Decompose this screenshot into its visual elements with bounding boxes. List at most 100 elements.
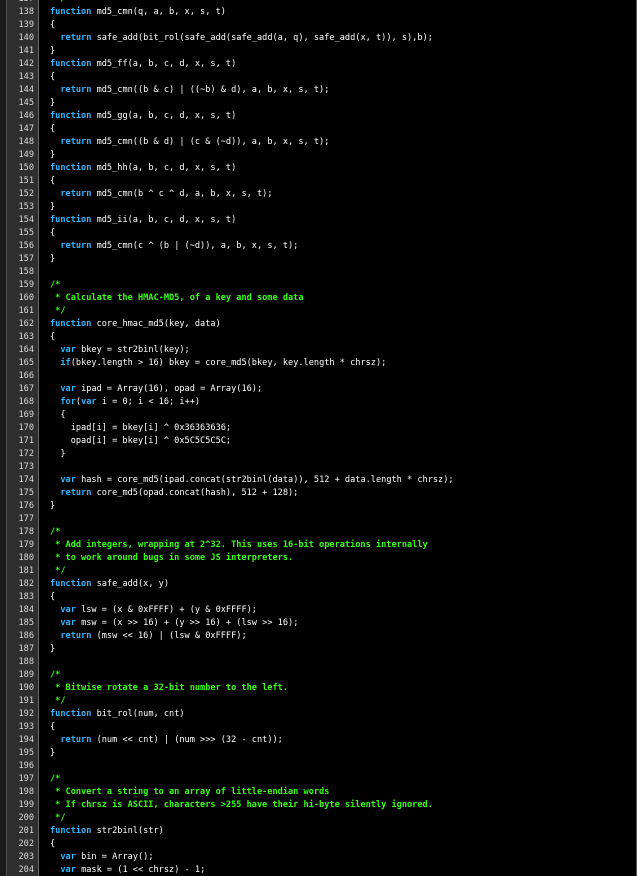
code-line[interactable]: 177 [0, 513, 637, 526]
code-line[interactable]: 197 /* [0, 773, 637, 786]
code-line[interactable]: 190 * Bitwise rotate a 32-bit number to … [0, 682, 637, 695]
keyword-token: if [60, 358, 71, 368]
line-number: 146 [18, 111, 34, 121]
code-line[interactable]: 181 */ [0, 565, 637, 578]
code-lines[interactable]: 137 */138function md5_cmn(q, a, b, x, s,… [0, 0, 637, 876]
code-text: function md5_ff(a, b, c, d, x, s, t) [50, 58, 236, 71]
code-line[interactable]: 178 /* [0, 526, 637, 539]
code-line[interactable]: 166 [0, 370, 637, 383]
code-line[interactable]: 149} [0, 149, 637, 162]
code-line[interactable]: 139 { [0, 19, 637, 32]
line-number: 139 [18, 20, 34, 30]
code-line[interactable]: 179 * Add integers, wrapping at 2^32. Th… [0, 539, 637, 552]
code-text: { [50, 409, 65, 422]
code-line[interactable]: 162 function core_hmac_md5(key, data) [0, 318, 637, 331]
code-line[interactable]: 169 { [0, 409, 637, 422]
code-line[interactable]: 138 function md5_cmn(q, a, b, x, s, t) [0, 6, 637, 19]
code-line[interactable]: 142 function md5_ff(a, b, c, d, x, s, t) [0, 58, 637, 71]
code-line[interactable]: 195} [0, 747, 637, 760]
code-line[interactable]: 148 return md5_cmn((b & d) | (c & (~d)),… [0, 136, 637, 149]
code-line[interactable]: 180 * to work around bugs in some JS int… [0, 552, 637, 565]
code-token: safe_add(bit_rol(safe_add(safe_add(a, q)… [91, 33, 433, 43]
code-line[interactable]: 204 var mask = (1 << chrsz) - 1; [0, 864, 637, 876]
code-line[interactable]: 146 function md5_gg(a, b, c, d, x, s, t) [0, 110, 637, 123]
code-line[interactable]: 173 [0, 461, 637, 474]
comment-token: */ [50, 566, 66, 576]
code-line[interactable]: 143 { [0, 71, 637, 84]
line-number: 196 [18, 761, 34, 771]
code-line[interactable]: 154 function md5_ii(a, b, c, d, x, s, t) [0, 214, 637, 227]
code-text: /* [50, 526, 60, 539]
code-line[interactable]: 198 * Convert a string to an array of li… [0, 786, 637, 799]
code-line[interactable]: 192 function bit_rol(num, cnt) [0, 708, 637, 721]
code-line[interactable]: 151 { [0, 175, 637, 188]
code-line[interactable]: 153} [0, 201, 637, 214]
code-line[interactable]: 164 var bkey = str2binl(key); [0, 344, 637, 357]
code-line[interactable]: 157} [0, 253, 637, 266]
line-number: 158 [18, 267, 34, 277]
code-token: mask = (1 << chrsz) - 1; [75, 865, 206, 875]
code-line[interactable]: 156 return md5_cmn(c ^ (b | (~d)), a, b,… [0, 240, 637, 253]
code-text: */ [50, 305, 65, 318]
code-token: lsw = (x & 0xFFFF) + (y & 0xFFFF); [75, 605, 257, 615]
code-line[interactable]: 200 */ [0, 812, 637, 825]
code-line[interactable]: 170 ipad[i] = bkey[i] ^ 0x36363636; [0, 422, 637, 435]
code-line[interactable]: 165 if(bkey.length > 16) bkey = core_md5… [0, 357, 637, 370]
line-number: 142 [18, 59, 34, 69]
comment-token: * Convert a string to an array of little… [50, 787, 330, 797]
line-number: 202 [18, 839, 34, 849]
code-token: { [50, 592, 56, 602]
code-line[interactable]: 150 function md5_hh(a, b, c, d, x, s, t) [0, 162, 637, 175]
code-line[interactable]: 186 return (msw << 16) | (lsw & 0xFFFF); [0, 630, 637, 643]
code-token: (bkey.length > 16) bkey = core_md5(bkey,… [70, 358, 387, 368]
code-line[interactable]: 147 { [0, 123, 637, 136]
code-line[interactable]: 172 } [0, 448, 637, 461]
code-line[interactable]: 171 opad[i] = bkey[i] ^ 0x5C5C5C5C; [0, 435, 637, 448]
code-line[interactable]: 176} [0, 500, 637, 513]
keyword-token: var [60, 475, 76, 485]
code-line[interactable]: 174 var hash = core_md5(ipad.concat(str2… [0, 474, 637, 487]
code-line[interactable]: 141} [0, 45, 637, 58]
keyword-token: return [60, 631, 92, 641]
code-line[interactable]: 187} [0, 643, 637, 656]
code-line[interactable]: 160 * Calculate the HMAC-MD5, of a key a… [0, 292, 637, 305]
code-text: } [50, 149, 55, 162]
code-line[interactable]: 168 for(var i = 0; i < 16; i++) [0, 396, 637, 409]
code-line[interactable]: 203 var bin = Array(); [0, 851, 637, 864]
code-text: return (msw << 16) | (lsw & 0xFFFF); [50, 630, 246, 643]
code-line[interactable]: 144 return md5_cmn((b & c) | ((~b) & d),… [0, 84, 637, 97]
code-line[interactable]: 167 var ipad = Array(16), opad = Array(1… [0, 383, 637, 396]
code-line[interactable]: 201 function str2binl(str) [0, 825, 637, 838]
keyword-token: var [60, 618, 76, 628]
line-number: 190 [18, 683, 34, 693]
code-line[interactable]: 175 return core_md5(opad.concat(hash), 5… [0, 487, 637, 500]
code-line[interactable]: 191 */ [0, 695, 637, 708]
line-number: 167 [18, 384, 34, 394]
code-line[interactable]: 196 [0, 760, 637, 773]
code-line[interactable]: 189 /* [0, 669, 637, 682]
code-line[interactable]: 188 [0, 656, 637, 669]
code-line[interactable]: 202 { [0, 838, 637, 851]
code-line[interactable]: 182 function safe_add(x, y) [0, 578, 637, 591]
code-line[interactable]: 185 var msw = (x >> 16) + (y >> 16) + (l… [0, 617, 637, 630]
code-line[interactable]: 183 { [0, 591, 637, 604]
code-line[interactable]: 159 /* [0, 279, 637, 292]
code-line[interactable]: 193 { [0, 721, 637, 734]
code-line[interactable]: 152 return md5_cmn(b ^ c ^ d, a, b, x, s… [0, 188, 637, 201]
code-line[interactable]: 140 return safe_add(bit_rol(safe_add(saf… [0, 32, 637, 45]
code-line[interactable]: 163 { [0, 331, 637, 344]
code-line[interactable]: 199 * If chrsz is ASCII, characters >255… [0, 799, 637, 812]
line-number: 189 [18, 670, 34, 680]
code-line[interactable]: 184 var lsw = (x & 0xFFFF) + (y & 0xFFFF… [0, 604, 637, 617]
line-number: 194 [18, 735, 34, 745]
code-line[interactable]: 155 { [0, 227, 637, 240]
code-editor[interactable]: 137 */138function md5_cmn(q, a, b, x, s,… [0, 0, 637, 876]
code-line[interactable]: 158 [0, 266, 637, 279]
code-line[interactable]: 161 */ [0, 305, 637, 318]
code-line[interactable]: 145} [0, 97, 637, 110]
code-text: */ [50, 812, 65, 825]
code-line[interactable]: 194 return (num << cnt) | (num >>> (32 -… [0, 734, 637, 747]
